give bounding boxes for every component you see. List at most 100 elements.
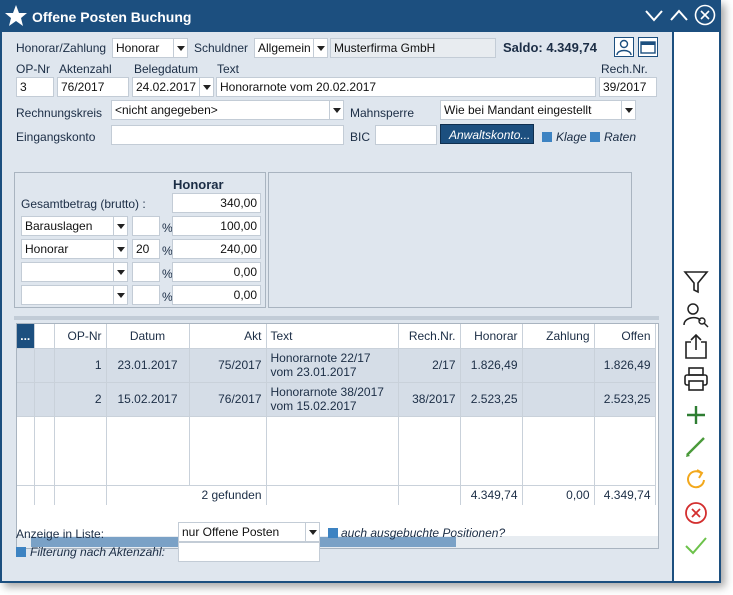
add-icon[interactable] <box>682 401 710 429</box>
saldo-display: Saldo: 4.349,74 <box>503 40 597 55</box>
rechnr-label: Rech.Nr. <box>601 62 648 76</box>
amounts-panel: Honorar Gesamtbetrag (brutto) : 340,00 B… <box>14 172 266 308</box>
amount-type-select-1[interactable]: Barauslagen <box>21 216 128 236</box>
amount-pct-field-4[interactable] <box>132 285 160 305</box>
grid-empty-space <box>17 416 656 485</box>
user-search-icon[interactable] <box>682 300 710 328</box>
cell-offen: 2.523,25 <box>594 382 656 417</box>
filter-label: Filterung nach Aktenzahl: <box>30 545 165 559</box>
window-title: Offene Posten Buchung <box>32 9 192 25</box>
refresh-icon[interactable] <box>682 466 710 494</box>
close-icon[interactable] <box>694 4 716 26</box>
rechnr-field[interactable]: 39/2017 <box>599 77 657 97</box>
col-rechnr[interactable]: Rech.Nr. <box>398 324 461 349</box>
footer-count: 2 gefunden <box>106 484 267 505</box>
amount-value-field-4[interactable]: 0,00 <box>172 285 261 305</box>
amount-pct-field-3[interactable] <box>132 262 160 282</box>
cell-text: Honorarnote 22/17 vom 23.01.2017 <box>266 348 399 383</box>
col-akt[interactable]: Akt <box>189 324 267 349</box>
op-nr-field[interactable]: 3 <box>16 77 54 97</box>
chevron-down-icon <box>313 39 327 57</box>
eingangskonto-field[interactable] <box>111 125 344 145</box>
ausgebuchte-checkbox[interactable] <box>328 528 338 538</box>
window: Offene Posten Buchung Honorar/Zahlung Ho… <box>0 0 721 583</box>
chevron-down-icon <box>173 39 187 57</box>
rechnungskreis-label: Rechnungskreis <box>16 106 103 120</box>
cell-text-line1: Honorarnote 38/2017 <box>270 385 384 399</box>
person-icon <box>616 39 632 56</box>
footer-zahlung: 0,00 <box>522 484 595 505</box>
aktenzahl-field[interactable]: 76/2017 <box>57 77 129 97</box>
ausgebuchte-label: auch ausgebuchte Positionen? <box>341 526 506 540</box>
raten-checkbox[interactable] <box>590 132 600 142</box>
amounts-header: Honorar <box>173 177 224 192</box>
footer-honorar: 4.349,74 <box>460 484 523 505</box>
amount-type-select-3[interactable] <box>21 262 128 282</box>
divider <box>14 316 659 320</box>
amount-value-field-3[interactable]: 0,00 <box>172 262 261 282</box>
amount-type-select-4[interactable] <box>21 285 128 305</box>
amount-pct-field-2[interactable]: 20 <box>132 239 160 259</box>
chevron-down-icon <box>305 523 319 541</box>
schuldner-name-field[interactable]: Musterfirma GmbH <box>330 38 496 58</box>
schuldner-label: Schuldner <box>194 41 249 55</box>
row-indicator <box>17 382 35 417</box>
filter-icon[interactable] <box>682 268 710 296</box>
minimize-icon[interactable] <box>643 4 665 26</box>
text-field[interactable]: Honorarnote vom 20.02.2017 <box>216 77 596 97</box>
anzeige-select[interactable]: nur Offene Posten <box>178 522 320 542</box>
filter-checkbox[interactable] <box>16 547 26 557</box>
gesamt-field[interactable]: 340,00 <box>172 193 261 213</box>
bic-label: BIC <box>350 130 371 144</box>
cell-op-nr: 2 <box>54 382 107 417</box>
cell-akt: 76/2017 <box>189 382 267 417</box>
posten-grid: ... OP-Nr Datum Akt Text Rech.Nr. Honora… <box>16 323 659 549</box>
amount-value-field-1[interactable]: 100,00 <box>172 216 261 236</box>
honorar-zahlung-select[interactable]: Honorar <box>112 38 188 58</box>
cell-text-line2: vom 23.01.2017 <box>270 365 357 379</box>
table-row[interactable]: 1 23.01.2017 75/2017 Honorarnote 22/17 vo… <box>17 348 656 383</box>
col-text[interactable]: Text <box>266 324 399 349</box>
col-op-nr[interactable]: OP-Nr <box>54 324 107 349</box>
card-button[interactable] <box>638 37 658 57</box>
filter-aktenzahl-field[interactable] <box>178 542 320 562</box>
anwaltskonto-button[interactable]: Anwaltskonto... <box>440 124 534 144</box>
belegdatum-field[interactable]: 24.02.2017 <box>132 77 214 97</box>
col-offen[interactable]: Offen <box>594 324 656 349</box>
row-blank <box>34 382 55 417</box>
table-row[interactable]: 2 15.02.2017 76/2017 Honorarnote 38/2017… <box>17 382 656 417</box>
maximize-icon[interactable] <box>668 4 690 26</box>
chevron-down-icon <box>621 101 635 119</box>
form-area: Honorar/Zahlung Honorar Schuldner Allgem… <box>2 32 672 581</box>
cell-zahlung <box>522 382 595 417</box>
col-honorar[interactable]: Honorar <box>460 324 523 349</box>
share-icon[interactable] <box>682 332 710 360</box>
bic-field[interactable] <box>375 125 437 145</box>
person-button[interactable] <box>614 37 634 57</box>
col-datum[interactable]: Datum <box>106 324 190 349</box>
cell-rechnr: 38/2017 <box>398 382 461 417</box>
col-zahlung[interactable]: Zahlung <box>522 324 595 349</box>
cell-honorar: 1.826,49 <box>460 348 523 383</box>
grid-header: ... OP-Nr Datum Akt Text Rech.Nr. Honora… <box>17 324 656 349</box>
print-icon[interactable] <box>682 365 710 393</box>
cell-text: Honorarnote 38/2017 vom 15.02.2017 <box>266 382 399 417</box>
chevron-down-icon <box>329 101 343 119</box>
schuldner-select[interactable]: Allgemein <box>254 38 328 58</box>
grid-menu-button[interactable]: ... <box>17 324 35 349</box>
cell-text-line2: vom 15.02.2017 <box>270 399 357 413</box>
chevron-down-icon <box>113 217 127 235</box>
amount-pct-field-1[interactable] <box>132 216 160 236</box>
empty-panel <box>268 172 632 308</box>
confirm-icon[interactable] <box>682 532 710 560</box>
action-sidebar <box>674 32 719 581</box>
rechnungskreis-select[interactable]: <nicht angegeben> <box>111 100 344 120</box>
amount-type-select-2[interactable]: Honorar <box>21 239 128 259</box>
klage-checkbox[interactable] <box>542 132 552 142</box>
delete-icon[interactable] <box>682 499 710 527</box>
posten-table: ... OP-Nr Datum Akt Text Rech.Nr. Honora… <box>17 324 656 505</box>
edit-icon[interactable] <box>682 432 710 460</box>
mahnsperre-select[interactable]: Wie bei Mandant eingestellt <box>440 100 636 120</box>
anzeige-label: Anzeige in Liste: <box>16 527 105 541</box>
amount-value-field-2[interactable]: 240,00 <box>172 239 261 259</box>
